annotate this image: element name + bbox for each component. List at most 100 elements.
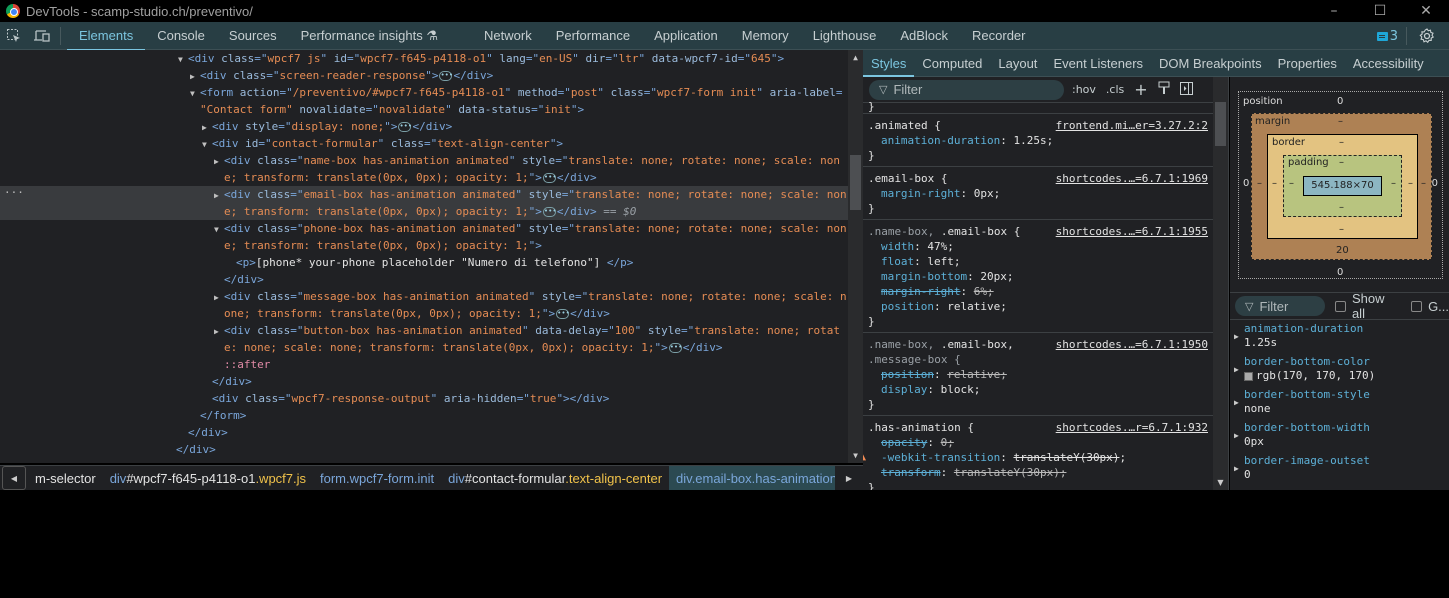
- css-property-value[interactable]: 47%: [927, 240, 947, 253]
- dom-node-line[interactable]: e; transform: translate(0px, 0px); opaci…: [0, 203, 848, 220]
- computed-filter-input[interactable]: ▽ Filter: [1235, 296, 1325, 316]
- css-property-name[interactable]: display: [881, 383, 927, 396]
- collapsed-triangle-icon[interactable]: ▶: [214, 187, 224, 204]
- elements-dom-tree[interactable]: ▼ <div class="wpcf7 js" id="wpcf7-f645-p4…: [0, 50, 863, 463]
- breadcrumb-scroll-right-icon[interactable]: ▶: [837, 466, 861, 490]
- css-property-name[interactable]: animation-duration: [881, 134, 1000, 147]
- expanded-triangle-icon[interactable]: ▼: [178, 51, 188, 68]
- collapsed-triangle-icon[interactable]: ▶: [190, 68, 200, 85]
- sidebar-tab-accessibility[interactable]: Accessibility: [1345, 50, 1432, 76]
- css-property-name[interactable]: transform: [881, 466, 941, 479]
- css-property-value[interactable]: relative: [947, 300, 1000, 313]
- dom-node-line[interactable]: <p>[phone* your-phone placeholder "Numer…: [0, 254, 848, 271]
- selected-node-menu[interactable]: ...: [4, 183, 24, 196]
- box-model-content[interactable]: 545.188×70: [1303, 176, 1382, 196]
- breadcrumb-scroll-left-icon[interactable]: ◀: [2, 466, 26, 490]
- css-property-name[interactable]: -webkit-transition: [881, 451, 1000, 464]
- css-declaration[interactable]: animation-duration: 1.25s;: [868, 133, 1210, 148]
- expand-ellipsis-button[interactable]: •••: [668, 343, 682, 353]
- dom-node-line[interactable]: e; transform: translate(0px, 0px); opaci…: [0, 169, 848, 186]
- new-style-rule-icon[interactable]: +: [1134, 80, 1147, 99]
- breadcrumb-item[interactable]: form.wpcf7-form.init: [313, 466, 441, 490]
- dom-node-line[interactable]: ▶ <div class="screen-reader-response"> •••…: [0, 67, 848, 84]
- sidebar-tab-styles[interactable]: Styles: [863, 50, 915, 77]
- tab-performance[interactable]: Performance: [544, 22, 642, 50]
- css-declaration[interactable]: position: relative;: [868, 367, 1210, 382]
- sidebar-tab-dom-breakpoints[interactable]: DOM Breakpoints: [1151, 50, 1270, 76]
- css-property-name[interactable]: position: [881, 368, 934, 381]
- collapsed-triangle-icon[interactable]: ▶: [214, 323, 224, 340]
- tab-lighthouse[interactable]: Lighthouse: [801, 22, 889, 50]
- dom-node-line[interactable]: </form>: [0, 407, 848, 424]
- dom-node-line[interactable]: </div>: [0, 271, 848, 288]
- rule-source-link[interactable]: frontend.mi…er=3.27.2:2: [1056, 118, 1208, 133]
- dom-node-line[interactable]: <div class="wpcf7-response-output" aria-…: [0, 390, 848, 407]
- tab-memory[interactable]: Memory: [730, 22, 801, 50]
- tab-console[interactable]: Console: [145, 22, 217, 50]
- expand-triangle-icon[interactable]: ▶: [1234, 332, 1239, 341]
- css-property-value[interactable]: block: [941, 383, 974, 396]
- dom-node-line[interactable]: </div>: [0, 373, 848, 390]
- dom-node-line[interactable]: ▼ <div class="phone-box has-animation ani…: [0, 220, 848, 237]
- minimize-icon[interactable]: –: [1311, 3, 1357, 19]
- dom-node-line[interactable]: ▼ <div id="contact-formular" class="text-…: [0, 135, 848, 152]
- paint-roller-icon[interactable]: [1158, 81, 1170, 98]
- expand-ellipsis-button[interactable]: •••: [398, 122, 412, 132]
- tab-sources[interactable]: Sources: [217, 22, 289, 50]
- tab-network[interactable]: Network: [472, 22, 544, 50]
- warning-icon[interactable]: ▲: [863, 450, 866, 465]
- inspect-element-icon[interactable]: [0, 22, 28, 50]
- device-toolbar-icon[interactable]: [28, 22, 56, 50]
- box-model-border[interactable]: border – – – – padding – – – – 545.188×7…: [1267, 134, 1418, 239]
- expand-ellipsis-button[interactable]: •••: [556, 309, 570, 319]
- computed-property[interactable]: ▶ animation-duration 1.25s: [1230, 322, 1449, 355]
- sidebar-tab-event-listeners[interactable]: Event Listeners: [1045, 50, 1151, 76]
- css-property-value[interactable]: 6%: [974, 285, 987, 298]
- expanded-triangle-icon[interactable]: ▼: [190, 85, 200, 102]
- maximize-icon[interactable]: ☐: [1357, 3, 1403, 19]
- style-rule[interactable]: .animated {frontend.mi…er=3.27.2:2 animat…: [863, 114, 1214, 167]
- close-icon[interactable]: ✕: [1403, 3, 1449, 19]
- expand-triangle-icon[interactable]: ▶: [1234, 431, 1239, 440]
- sidebar-tab-properties[interactable]: Properties: [1270, 50, 1345, 76]
- css-property-value[interactable]: translateY(30px): [1013, 451, 1119, 464]
- css-property-name[interactable]: margin-bottom: [881, 270, 967, 283]
- collapsed-triangle-icon[interactable]: ▶: [214, 153, 224, 170]
- css-declaration[interactable]: float: left;: [868, 254, 1210, 269]
- rule-selector[interactable]: .message-box {: [868, 352, 1210, 367]
- dom-node-line[interactable]: ▶ <div style="display: none;"> •••</div>: [0, 118, 848, 135]
- scrollbar-thumb[interactable]: [1215, 102, 1226, 146]
- hov-toggle[interactable]: :hov: [1072, 83, 1096, 96]
- tab-elements[interactable]: Elements: [67, 22, 146, 51]
- expand-ellipsis-button[interactable]: •••: [439, 71, 453, 81]
- css-declaration[interactable]: margin-bottom: 20px;: [868, 269, 1210, 284]
- css-property-value[interactable]: 0px: [974, 187, 994, 200]
- sidebar-tab-layout[interactable]: Layout: [990, 50, 1045, 76]
- computed-property[interactable]: ▶ border-bottom-color rgb(170, 170, 170): [1230, 355, 1449, 388]
- css-declaration[interactable]: opacity: 0;: [868, 435, 1210, 450]
- dom-node-line[interactable]: ::after: [0, 356, 848, 373]
- css-property-value[interactable]: translateY(30px): [954, 466, 1060, 479]
- css-declaration[interactable]: transform: translateY(30px);: [868, 465, 1210, 480]
- css-property-value[interactable]: 20px: [980, 270, 1007, 283]
- tab-application[interactable]: Application: [642, 22, 730, 50]
- css-declaration[interactable]: ▲ -webkit-transition: translateY(30px);: [863, 450, 1210, 465]
- rule-source-link[interactable]: shortcodes.…r=6.7.1:932: [1056, 420, 1208, 435]
- rule-source-link[interactable]: shortcodes.…=6.7.1:1955: [1056, 224, 1208, 239]
- style-rule[interactable]: .email-box {shortcodes.…=6.7.1:1969 margi…: [863, 167, 1214, 220]
- computed-property[interactable]: ▶ border-bottom-width 0px: [1230, 421, 1449, 454]
- collapsed-triangle-icon[interactable]: ▶: [214, 289, 224, 306]
- css-declaration[interactable]: margin-right: 0px;: [868, 186, 1210, 201]
- css-property-value[interactable]: 1.25s: [1013, 134, 1046, 147]
- color-swatch[interactable]: [1244, 371, 1253, 381]
- dom-node-line[interactable]: ▶ <div class="message-box has-animation a…: [0, 288, 848, 305]
- breadcrumb-item[interactable]: div#contact-formular.text-align-center: [441, 466, 669, 490]
- tab-performance-insights[interactable]: Performance insights ⚗: [289, 22, 450, 50]
- dom-node-line[interactable]: ▶ <div class="button-box has-animation an…: [0, 322, 848, 339]
- style-rule[interactable]: .name-box, .email-box {shortcodes.…=6.7.…: [863, 220, 1214, 333]
- css-property-name[interactable]: margin-right: [881, 187, 960, 200]
- breadcrumb-item[interactable]: div#wpcf7-f645-p4118-o1.wpcf7.js: [103, 466, 313, 490]
- computed-property[interactable]: ▶ border-image-outset 0: [1230, 454, 1449, 487]
- css-declaration[interactable]: display: block;: [868, 382, 1210, 397]
- scroll-down-arrow-icon[interactable]: ▼: [1213, 478, 1228, 487]
